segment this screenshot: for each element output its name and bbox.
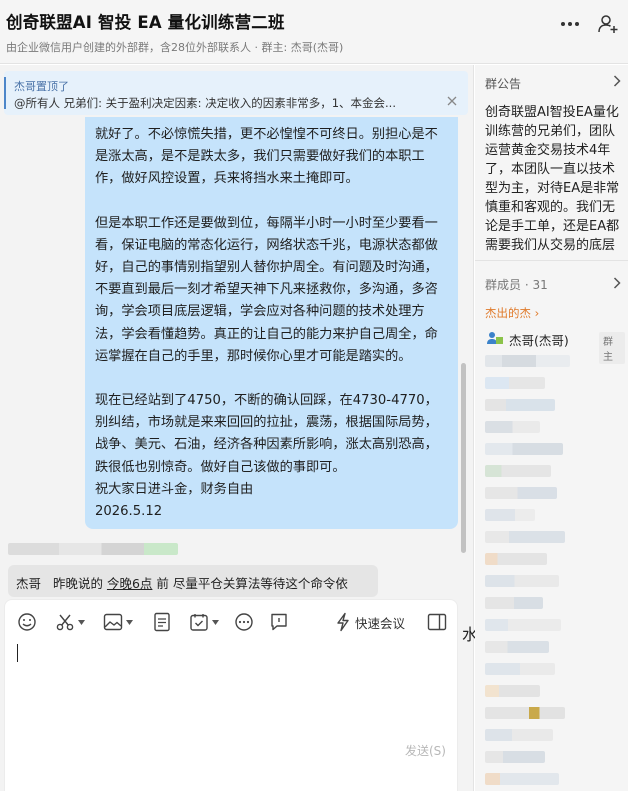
blurred-member-row — [485, 553, 547, 565]
quote-suffix: 前 尽量平仓关算法等待这个命令依 — [156, 576, 348, 591]
blurred-member-row — [485, 729, 553, 741]
pinned-accent-bar — [4, 77, 6, 109]
blurred-member-row — [485, 399, 555, 411]
pinned-text: @所有人 兄弟们: 关于盈利决定因素: 决定收入的因素非常多，1、本金会... — [14, 96, 396, 110]
blurred-member-row — [485, 355, 570, 367]
blurred-member-row — [485, 443, 563, 455]
chevron-right-icon[interactable] — [613, 277, 621, 289]
message-text: 就好了。不必惊慌失措，更不必惶惶不可终日。别担心是不是涨太高，是不是跌太多，我们… — [95, 124, 450, 523]
pinned-label: 杰哥置顶了 — [14, 80, 69, 93]
message-bubble[interactable]: 就好了。不必惊慌失措，更不必惶惶不可终日。别担心是不是涨太高，是不是跌太多，我们… — [85, 117, 458, 529]
blurred-member-row — [485, 641, 549, 653]
schedule-button[interactable] — [189, 610, 219, 634]
blurred-member-row — [485, 377, 545, 389]
calendar-check-icon — [190, 614, 208, 631]
pinned-close-button[interactable] — [444, 93, 460, 109]
message-paragraph: 但是本职工作还是要做到位，每隔半小时一小时至少要看一看，保证电脑的常态化运行，网… — [95, 215, 438, 364]
quoted-message[interactable]: 杰哥 昨晚说的 今晚6点 前 尽量平仓关算法等待这个命令依 — [8, 565, 378, 597]
sidebar-toggle-icon — [427, 613, 447, 631]
emoji-button[interactable] — [17, 610, 37, 634]
quote-time-link[interactable]: 今晚6点 — [107, 576, 152, 591]
member-item-owner[interactable]: 杰哥(杰哥) 群主 — [485, 328, 625, 364]
document-icon — [154, 612, 170, 632]
image-icon — [103, 613, 123, 631]
avatar — [487, 332, 503, 344]
chevron-down-icon — [126, 619, 133, 625]
blurred-member-row — [485, 619, 561, 631]
chevron-right-icon[interactable] — [613, 75, 621, 87]
blurred-member-row — [485, 751, 545, 763]
group-title: 创奇联盟AI 智投 EA 量化训练营二班 — [6, 13, 285, 32]
lightning-icon — [337, 612, 349, 632]
chat-bubble-icon — [271, 613, 287, 631]
group-notice-text[interactable]: 创奇联盟AI智投EA量化训练营的兄弟们，团队运营黄金交易技术4年了，本团队一直以… — [485, 103, 621, 253]
text-cursor — [17, 644, 18, 662]
more-options-button[interactable] — [556, 12, 584, 36]
blurred-member-row — [485, 509, 535, 521]
image-button[interactable] — [103, 610, 133, 634]
member-name: 杰哥(杰哥) — [509, 333, 569, 348]
quote-text: 杰哥 昨晚说的 今晚6点 前 尽量平仓关算法等待这个命令依 — [16, 573, 348, 592]
group-subtitle: 由企业微信用户创建的外部群，含28位外部联系人 · 群主: 杰哥(杰哥) — [6, 41, 344, 54]
top-member-link[interactable]: 杰出的杰 › — [485, 305, 539, 321]
message-paragraph: 祝大家日进斗金，财务自由 — [95, 481, 254, 497]
sidebar-divider — [475, 260, 628, 261]
document-button[interactable] — [153, 610, 171, 634]
more-icon — [561, 22, 579, 26]
blurred-sender-name — [8, 543, 178, 555]
quote-sender: 杰哥 — [16, 576, 42, 591]
add-user-icon — [598, 15, 618, 33]
close-icon — [447, 96, 457, 106]
blurred-member-row — [485, 575, 559, 587]
message-bubble-button[interactable] — [269, 610, 289, 634]
message-date: 2026.5.12 — [95, 504, 163, 520]
toggle-sidebar-button[interactable] — [427, 610, 447, 634]
group-notice-title: 群公告 — [485, 77, 522, 91]
members-title: 群成员 · 31 — [485, 278, 548, 292]
blurred-member-row — [485, 421, 540, 433]
chevron-down-icon — [212, 619, 219, 625]
chat-scrollbar[interactable] — [461, 363, 466, 553]
blurred-member-row — [485, 465, 551, 477]
message-input-area[interactable]: 快速会议 发送(S) — [4, 599, 458, 791]
quick-meeting-button[interactable]: 快速会议 — [335, 610, 405, 634]
add-member-button[interactable] — [594, 11, 622, 37]
blurred-member-row — [485, 685, 540, 697]
more-circle-icon — [235, 613, 253, 631]
blurred-member-row — [485, 707, 565, 719]
message-paragraph: 就好了。不必惊慌失措，更不必惶惶不可终日。别担心是不是涨太高，是不是跌太多，我们… — [95, 127, 438, 187]
chevron-down-icon — [78, 619, 85, 625]
owner-badge: 群主 — [599, 332, 625, 364]
send-button[interactable]: 发送(S) — [405, 742, 446, 759]
blurred-member-row — [485, 531, 565, 543]
chat-panel: 杰哥置顶了 @所有人 兄弟们: 关于盈利决定因素: 决定收入的因素非常多，1、本… — [0, 65, 474, 791]
chat-header: 创奇联盟AI 智投 EA 量化训练营二班 由企业微信用户创建的外部群，含28位外… — [0, 0, 628, 64]
emoji-icon — [18, 613, 36, 631]
group-sidebar: 群公告 创奇联盟AI智投EA量化训练营的兄弟们，团队运营黄金交易技术4年了，本团… — [475, 65, 628, 791]
blurred-member-row — [485, 487, 557, 499]
message-paragraph: 现在已经站到了4750，不断的确认回踩，在4730-4770，别纠结，市场就是来… — [95, 393, 438, 475]
blurred-member-row — [485, 773, 559, 785]
more-tools-button[interactable] — [234, 610, 254, 634]
blurred-member-row — [485, 597, 543, 609]
quote-prefix: 昨晚说的 — [52, 576, 103, 591]
quick-meeting-label: 快速会议 — [355, 615, 406, 631]
pinned-message[interactable]: 杰哥置顶了 @所有人 兄弟们: 关于盈利决定因素: 决定收入的因素非常多，1、本… — [4, 71, 468, 115]
blurred-member-row — [485, 663, 555, 675]
screenshot-button[interactable] — [55, 610, 85, 634]
input-toolbar: 快速会议 — [5, 610, 459, 634]
scissors-icon — [56, 614, 74, 631]
